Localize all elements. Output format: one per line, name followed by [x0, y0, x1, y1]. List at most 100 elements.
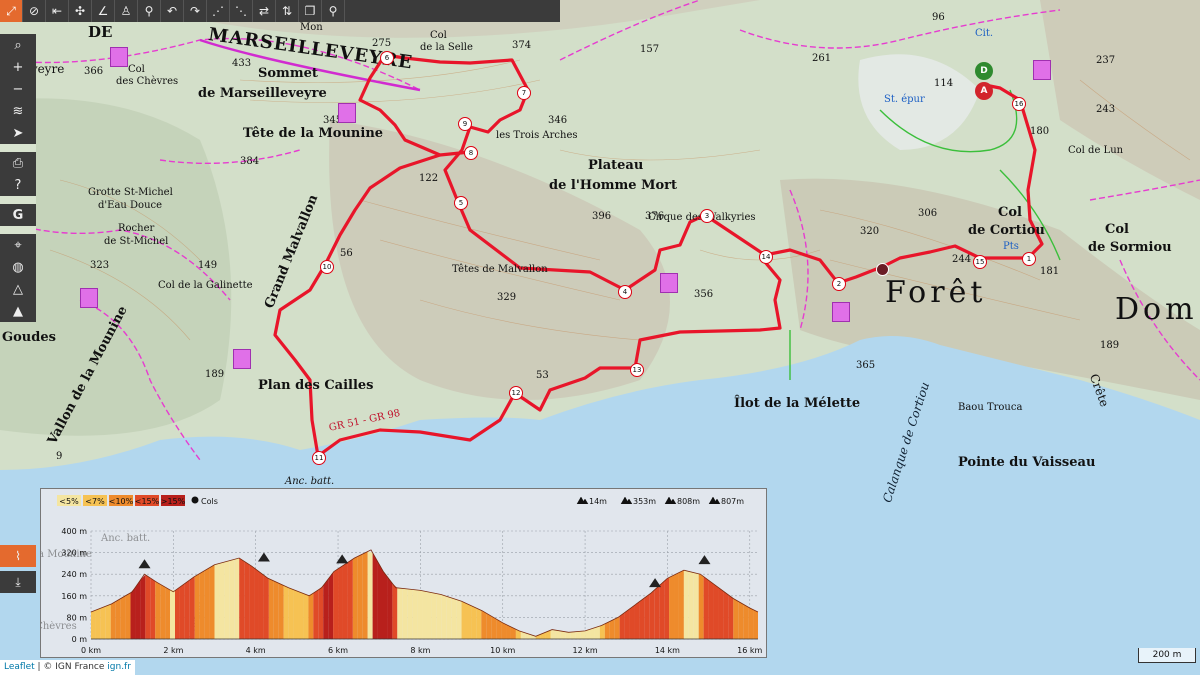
profile-segment	[347, 559, 353, 639]
waypoint[interactable]: 16	[1012, 97, 1026, 111]
col-peak-icon	[698, 555, 711, 565]
profile-segment	[436, 593, 442, 639]
help-icon[interactable]: ?	[0, 174, 36, 196]
label-col-selle-2: de la Selle	[420, 42, 473, 53]
profile-segment	[614, 616, 620, 639]
end-marker[interactable]: A	[975, 82, 993, 100]
profile-segment	[308, 593, 314, 639]
waypoint[interactable]: 11	[312, 451, 326, 465]
x-tick-label: 12 km	[572, 646, 597, 655]
profile-segment	[624, 608, 630, 639]
elevation-chart[interactable]: <5%<7%<10%<15%>15%Cols14m353m808m807mÎlo…	[0, 489, 768, 659]
waypoint[interactable]: 9	[458, 117, 472, 131]
profile-segment	[718, 587, 724, 639]
hike-icon[interactable]: ♙	[115, 0, 138, 22]
route-b-icon[interactable]: ⋱	[230, 0, 253, 22]
profile-segment	[258, 571, 264, 639]
waypoint[interactable]: 2	[832, 277, 846, 291]
profile-segment	[397, 587, 403, 639]
waypoint[interactable]: 13	[630, 363, 644, 377]
profile-segment	[150, 577, 156, 639]
waypoint[interactable]: 14	[759, 250, 773, 264]
profile-segment	[387, 576, 393, 639]
col-peak-icon	[138, 559, 151, 569]
profile-segment	[328, 572, 334, 639]
waypoint[interactable]: 8	[464, 146, 478, 160]
profile-segment	[738, 601, 744, 639]
download-icon[interactable]: ⤓	[0, 571, 36, 593]
parking-icon	[110, 47, 128, 67]
waypoint[interactable]: 12	[509, 386, 523, 400]
x-tick-label: 0 km	[81, 646, 101, 655]
route-foot-icon[interactable]: ✣	[69, 0, 92, 22]
profile-segment	[743, 604, 749, 639]
profile-segment	[278, 583, 284, 639]
pin-icon[interactable]: ⚲	[322, 0, 345, 22]
profile-chart-icon[interactable]: ⌇	[0, 545, 36, 567]
waypoint[interactable]: 4	[618, 285, 632, 299]
redo-icon[interactable]: ↷	[184, 0, 207, 22]
copy-icon[interactable]: ❐	[299, 0, 322, 22]
profile-segment	[496, 618, 502, 639]
profile-segment	[609, 619, 615, 639]
profile-segment	[555, 630, 561, 639]
profile-segment	[560, 630, 566, 639]
undo-all-icon[interactable]: ⇤	[46, 0, 69, 22]
triangle-a-icon[interactable]: △	[0, 278, 36, 300]
profile-segment	[407, 588, 413, 639]
globe-icon[interactable]: ◍	[0, 256, 36, 278]
fullscreen-icon[interactable]: ⤢	[0, 0, 23, 22]
label-grotte-2: d'Eau Douce	[98, 200, 163, 211]
profile-segment	[565, 631, 571, 639]
y-tick-label: 240 m	[61, 570, 87, 579]
route-a-icon[interactable]: ⋰	[207, 0, 230, 22]
route-line-icon[interactable]: ∠	[92, 0, 115, 22]
profile-segment	[753, 609, 758, 639]
waypoint[interactable]: 10	[320, 260, 334, 274]
waypoint[interactable]: 1	[1022, 252, 1036, 266]
profile-segment	[575, 631, 581, 639]
waypoint[interactable]: 5	[454, 196, 468, 210]
x-tick-label: 16 km	[737, 646, 762, 655]
spot-height: 320	[860, 226, 880, 237]
profile-segment	[678, 570, 684, 639]
parking-icon	[80, 288, 98, 308]
waypoint[interactable]: 7	[517, 86, 531, 100]
layers-icon[interactable]: ≋	[0, 100, 36, 122]
label-cit: Cit.	[975, 28, 994, 39]
profile-segment	[165, 587, 171, 639]
spot-height: 96	[932, 12, 945, 23]
translate-icon[interactable]: ⇅	[276, 0, 299, 22]
profile-segment	[91, 610, 96, 639]
label-plan-cailles: Plan des Cailles	[258, 378, 374, 393]
waypoint[interactable]: 6	[380, 51, 394, 65]
profile-segment	[619, 612, 625, 639]
swap-icon[interactable]: ⇄	[253, 0, 276, 22]
hide-icon[interactable]: ⊘	[23, 0, 46, 22]
spot-height: 323	[90, 260, 110, 271]
triangle-b-icon[interactable]: ▲	[0, 300, 36, 322]
crosshair-icon[interactable]: ⌖	[0, 234, 36, 256]
waypoint[interactable]: 15	[973, 255, 987, 269]
waypoint[interactable]: 3	[700, 209, 714, 223]
zoom-out-icon[interactable]: −	[0, 78, 36, 100]
google-icon[interactable]: G	[0, 204, 36, 226]
profile-segment	[431, 592, 437, 639]
print-icon[interactable]: ⎙	[0, 152, 36, 174]
undo-icon[interactable]: ↶	[161, 0, 184, 22]
profile-segment	[170, 589, 175, 639]
zoom-in-icon[interactable]: +	[0, 56, 36, 78]
ign-link[interactable]: ign.fr	[107, 662, 131, 672]
position-marker[interactable]	[876, 263, 889, 276]
start-marker[interactable]: D	[975, 62, 993, 80]
stat-value: 807m	[721, 497, 744, 506]
leaflet-link[interactable]: Leaflet	[4, 662, 35, 672]
y-tick-label: 400 m	[61, 527, 87, 536]
profile-segment	[748, 607, 754, 639]
bike-icon[interactable]: ⚲	[138, 0, 161, 22]
search-icon[interactable]: ⌕	[0, 34, 36, 56]
profile-segment	[402, 588, 408, 639]
x-tick-label: 6 km	[328, 646, 348, 655]
locate-icon[interactable]: ➤	[0, 122, 36, 144]
label-ilot-melette: Îlot de la Mélette	[734, 396, 861, 411]
